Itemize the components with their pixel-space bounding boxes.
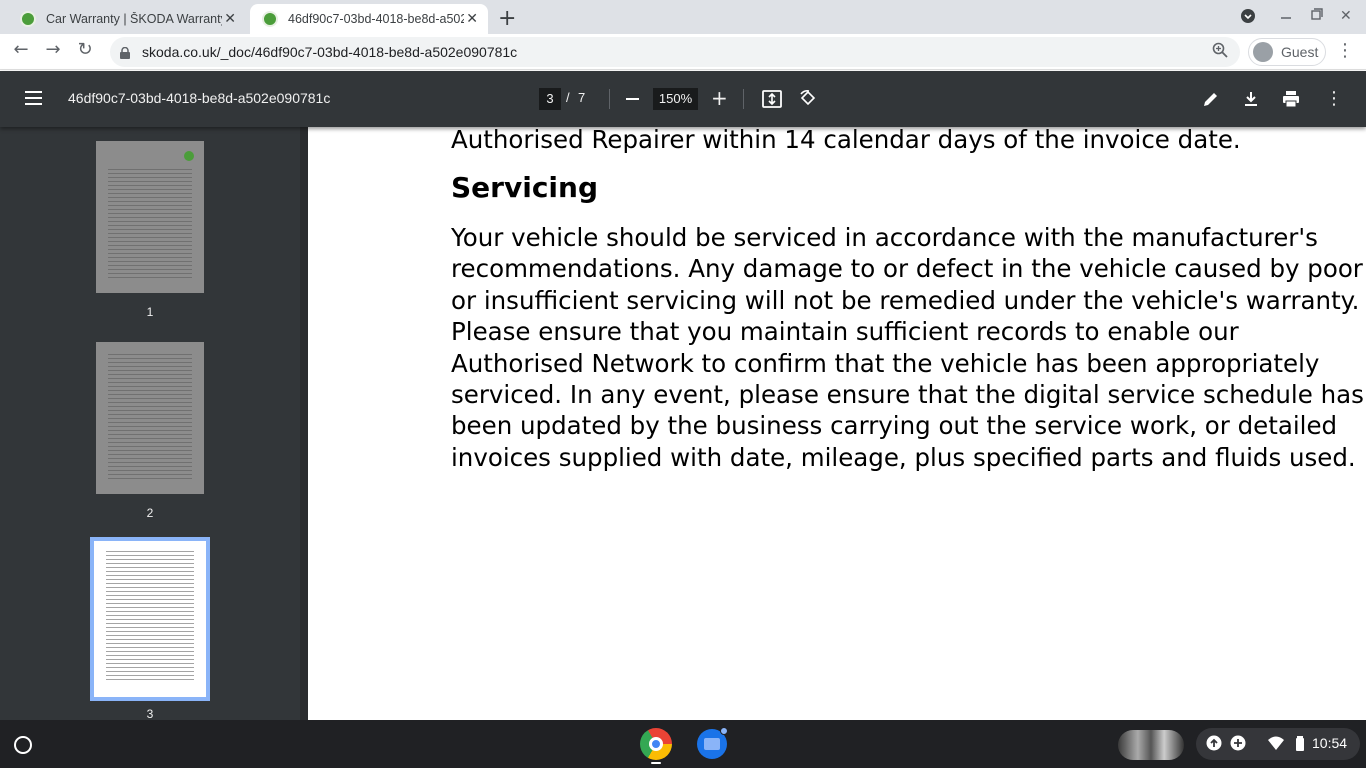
reload-icon[interactable]: ↻ <box>72 39 98 60</box>
back-arrow-icon[interactable]: ← <box>8 39 34 60</box>
toolbar-divider <box>743 89 744 109</box>
zoom-in-icon[interactable]: + <box>711 88 728 108</box>
wifi-icon <box>1268 735 1284 751</box>
zoom-level-input[interactable]: 150% <box>653 88 698 110</box>
previous-paragraph-line: Authorised Repairer within 14 calendar d… <box>451 127 1241 154</box>
paragraph-line: invoices supplied with date, mileage, pl… <box>451 442 1356 472</box>
minimize-icon[interactable] <box>1280 8 1292 24</box>
tab-search-icon[interactable] <box>1240 8 1256 28</box>
launcher-icon[interactable] <box>14 736 32 754</box>
close-window-icon[interactable]: ✕ <box>1340 8 1352 24</box>
tab-title: Car Warranty | ŠKODA Warranty <box>46 12 222 26</box>
page-thumbnail-3[interactable] <box>90 537 210 701</box>
battery-icon <box>1292 735 1308 751</box>
paragraph-line: been updated by the business carrying ou… <box>451 411 1338 441</box>
paragraph-line: serviced. In any event, please ensure th… <box>451 380 1364 410</box>
zoom-out-icon[interactable] <box>626 98 639 100</box>
fit-to-page-icon[interactable] <box>762 89 784 111</box>
skoda-logo-icon <box>184 151 194 161</box>
section-heading: Servicing <box>451 171 598 204</box>
annotate-pen-icon[interactable] <box>1201 89 1223 111</box>
notification-dot-icon <box>720 727 728 735</box>
clock: 10:54 <box>1312 735 1348 751</box>
page-thumbnail-1[interactable] <box>96 141 204 293</box>
pdf-page-view: Authorised Repairer within 14 calendar d… <box>308 127 1366 720</box>
download-icon[interactable] <box>1241 89 1263 111</box>
paragraph-line: recommendations. Any damage to or defect… <box>451 254 1363 284</box>
page-total: 7 <box>578 90 586 105</box>
servicing-paragraph: Your vehicle should be serviced in accor… <box>451 222 1366 473</box>
add-icon[interactable] <box>1230 735 1246 751</box>
thumbnail-text-lines <box>106 551 194 683</box>
toolbar-divider <box>609 89 610 109</box>
thumbnail-sidebar: 1 2 3 <box>0 127 308 721</box>
guest-avatar-icon <box>1253 42 1273 62</box>
tab-pdf-document[interactable]: 46df90c7-03bd-4018-be8d-a502e090781c ✕ <box>250 4 488 34</box>
close-tab-icon[interactable]: ✕ <box>466 11 478 27</box>
skoda-favicon-icon <box>262 11 278 27</box>
pdf-more-icon[interactable]: ⋮ <box>1325 89 1347 111</box>
upload-icon[interactable] <box>1206 735 1222 751</box>
sidebar-menu-icon[interactable] <box>25 91 42 105</box>
thumbnail-number: 3 <box>146 707 154 721</box>
thumbnail-text-lines <box>108 354 192 480</box>
chrome-app-icon[interactable] <box>640 728 672 760</box>
profile-label: Guest <box>1281 44 1319 60</box>
tab-strip: Car Warranty | ŠKODA Warranty ✕ 46df90c7… <box>0 0 1366 34</box>
thumbnail-text-lines <box>108 169 192 279</box>
paragraph-line: or insufficient servicing will not be re… <box>451 285 1360 315</box>
running-indicator <box>651 762 661 764</box>
os-shelf: 10:54 <box>0 720 1366 768</box>
pdf-title: 46df90c7-03bd-4018-be8d-a502e090781c <box>68 90 331 106</box>
url-text: skoda.co.uk/_doc/46df90c7-03bd-4018-be8d… <box>142 44 518 60</box>
skoda-favicon-icon <box>20 11 36 27</box>
pdf-toolbar: 46df90c7-03bd-4018-be8d-a502e090781c 3 /… <box>0 71 1366 127</box>
restore-icon[interactable] <box>1311 8 1323 24</box>
thumbnail-number: 2 <box>146 506 154 520</box>
tab-car-warranty[interactable]: Car Warranty | ŠKODA Warranty ✕ <box>8 4 246 34</box>
print-icon[interactable] <box>1281 89 1303 111</box>
page-thumbnail-2[interactable] <box>96 342 204 494</box>
zoom-magnifier-icon[interactable] <box>1212 42 1228 62</box>
close-tab-icon[interactable]: ✕ <box>224 11 236 27</box>
browser-toolbar: ← → ↻ skoda.co.uk/_doc/46df90c7-03bd-401… <box>0 34 1366 70</box>
tab-title: 46df90c7-03bd-4018-be8d-a502e090781c <box>288 12 464 26</box>
paragraph-line: Authorised Network to confirm that the v… <box>451 348 1320 378</box>
page-separator: / <box>566 90 570 105</box>
sidebar-scrollbar[interactable] <box>300 127 308 720</box>
user-avatar[interactable] <box>1118 730 1184 760</box>
profile-button[interactable]: Guest <box>1248 38 1326 66</box>
address-bar[interactable]: skoda.co.uk/_doc/46df90c7-03bd-4018-be8d… <box>110 37 1240 67</box>
new-tab-button[interactable]: + <box>498 6 516 31</box>
forward-arrow-icon[interactable]: → <box>40 39 66 60</box>
thumbnail-number: 1 <box>146 305 154 319</box>
paragraph-line: Your vehicle should be serviced in accor… <box>451 223 1318 252</box>
paragraph-line: Please ensure that you maintain sufficie… <box>451 317 1239 347</box>
status-tray[interactable]: 10:54 <box>1196 728 1360 760</box>
page-number-input[interactable]: 3 <box>539 88 561 110</box>
rotate-icon[interactable] <box>798 89 820 111</box>
browser-menu-icon[interactable]: ⋮ <box>1336 40 1354 61</box>
lock-icon[interactable] <box>120 44 130 59</box>
